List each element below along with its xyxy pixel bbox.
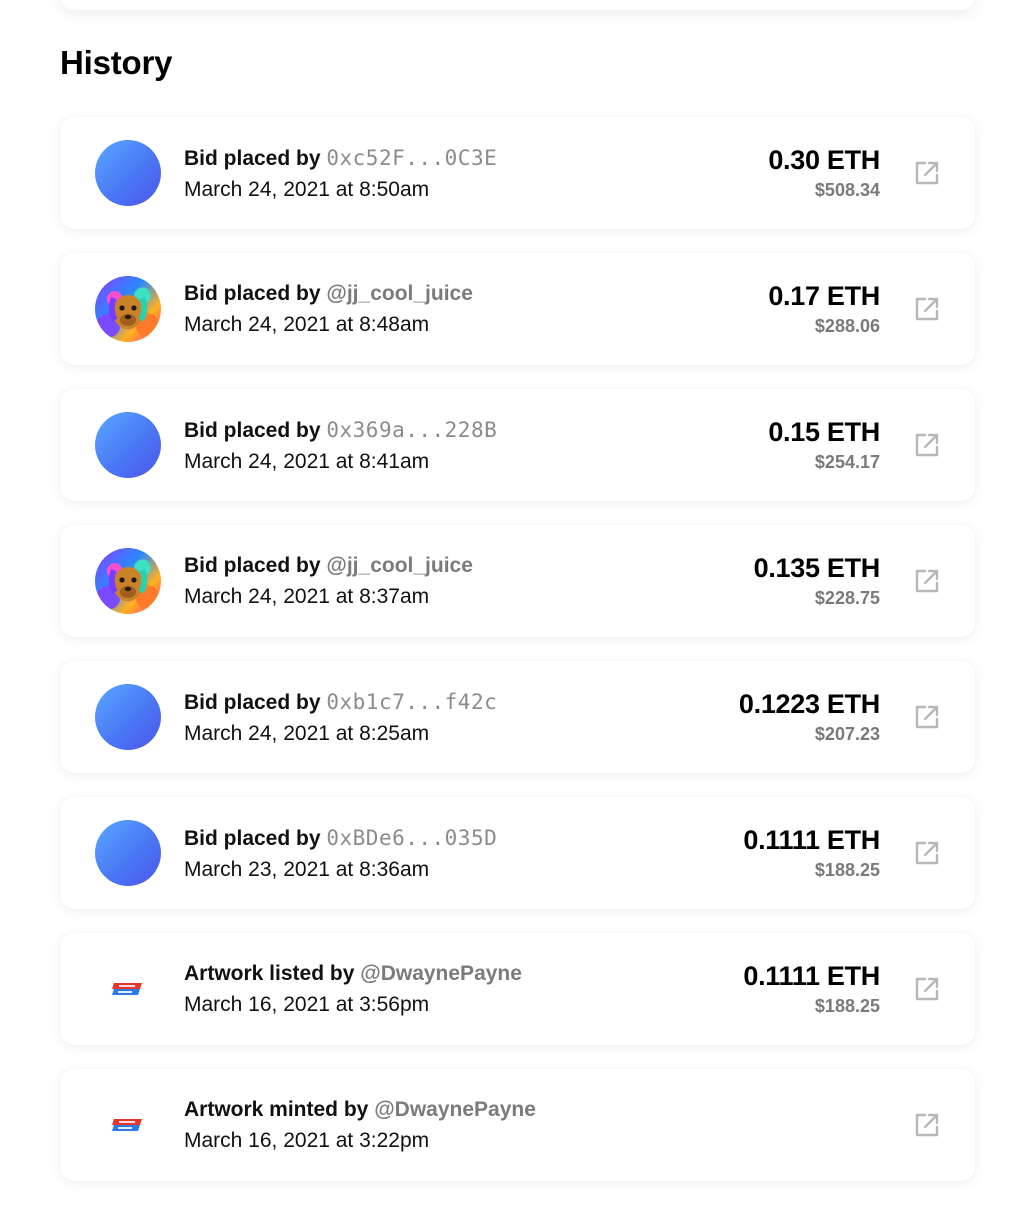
row-action: Bid placed by @jj_cool_juice xyxy=(184,279,473,309)
row-text: Bid placed by 0xBDe6...035D March 23, 20… xyxy=(184,823,497,886)
action-label: Bid placed by xyxy=(184,554,321,577)
external-link-icon[interactable] xyxy=(913,567,941,595)
section-title: History xyxy=(60,44,173,81)
row-amount: 0.135 ETH $228.75 xyxy=(753,551,881,611)
external-link-icon[interactable] xyxy=(913,975,941,1003)
row-amount: 0.17 ETH $288.06 xyxy=(768,279,880,339)
action-label: Bid placed by xyxy=(184,282,321,305)
avatar-gradient[interactable] xyxy=(95,140,161,206)
wallet-address-link[interactable]: 0xc52F...0C3E xyxy=(326,146,497,170)
row-date: March 24, 2021 at 8:25am xyxy=(184,722,430,745)
amount-eth: 0.15 ETH xyxy=(768,417,880,447)
amount-eth: 0.30 ETH xyxy=(768,145,880,175)
action-label: Artwork listed by xyxy=(184,962,355,985)
wallet-address-link[interactable]: 0xb1c7...f42c xyxy=(326,690,497,714)
row-text: Bid placed by @jj_cool_juice March 24, 2… xyxy=(184,279,473,341)
row-amount: 0.1111 ETH $188.25 xyxy=(743,959,880,1019)
history-list: Bid placed by 0xc52F...0C3E March 24, 20… xyxy=(60,117,975,1205)
row-date: March 16, 2021 at 3:56pm xyxy=(184,993,430,1016)
row-amount: 0.1223 ETH $207.23 xyxy=(739,687,880,747)
user-handle-link[interactable]: @DwaynePayne xyxy=(360,962,522,985)
row-date: March 24, 2021 at 8:37am xyxy=(184,585,430,608)
amount-usd: $288.06 xyxy=(814,316,880,336)
row-amount: 0.1111 ETH $188.25 xyxy=(743,823,880,883)
row-action: Artwork minted by @DwaynePayne xyxy=(184,1095,536,1125)
history-row-6: Bid placed by 0xBDe6...035D March 23, 20… xyxy=(60,797,975,909)
user-handle-link[interactable]: @jj_cool_juice xyxy=(326,554,473,577)
amount-usd: $188.25 xyxy=(814,860,880,880)
row-text: Bid placed by 0xc52F...0C3E March 24, 20… xyxy=(184,143,497,206)
row-text: Artwork listed by @DwaynePayne March 16,… xyxy=(184,959,522,1021)
action-label: Bid placed by xyxy=(184,147,321,170)
row-date: March 24, 2021 at 8:41am xyxy=(184,450,430,473)
external-link-icon[interactable] xyxy=(913,839,941,867)
row-text: Bid placed by 0xb1c7...f42c March 24, 20… xyxy=(184,687,497,750)
external-link-icon[interactable] xyxy=(913,159,941,187)
row-text: Artwork minted by @DwaynePayne March 16,… xyxy=(184,1095,536,1157)
row-date: March 16, 2021 at 3:22pm xyxy=(184,1129,430,1152)
row-text: Bid placed by @jj_cool_juice March 24, 2… xyxy=(184,551,473,613)
row-date: March 23, 2021 at 8:36am xyxy=(184,858,430,881)
action-label: Bid placed by xyxy=(184,691,321,714)
action-label: Artwork minted by xyxy=(184,1098,369,1121)
row-action: Artwork listed by @DwaynePayne xyxy=(184,959,522,989)
avatar-gradient[interactable] xyxy=(95,820,161,886)
history-row-2: Bid placed by @jj_cool_juice March 24, 2… xyxy=(60,253,975,365)
history-row-5: Bid placed by 0xb1c7...f42c March 24, 20… xyxy=(60,661,975,773)
amount-eth: 0.1111 ETH xyxy=(743,825,880,855)
history-row-8: Artwork minted by @DwaynePayne March 16,… xyxy=(60,1069,975,1181)
external-link-icon[interactable] xyxy=(913,703,941,731)
dwaynepayne-logo-icon[interactable] xyxy=(110,1117,144,1133)
row-text: Bid placed by 0x369a...228B March 24, 20… xyxy=(184,415,497,478)
amount-usd: $188.25 xyxy=(814,996,880,1016)
avatar-gradient[interactable] xyxy=(95,684,161,750)
amount-usd: $508.34 xyxy=(814,180,880,200)
wallet-address-link[interactable]: 0x369a...228B xyxy=(326,418,497,442)
row-amount: 0.15 ETH $254.17 xyxy=(768,415,880,475)
row-date: March 24, 2021 at 8:48am xyxy=(184,313,430,336)
amount-eth: 0.1223 ETH xyxy=(738,689,880,719)
history-row-3: Bid placed by 0x369a...228B March 24, 20… xyxy=(60,389,975,501)
external-link-icon[interactable] xyxy=(913,431,941,459)
avatar-dog-image[interactable] xyxy=(95,548,161,614)
history-row-7: Artwork listed by @DwaynePayne March 16,… xyxy=(60,933,975,1045)
row-action: Bid placed by 0xc52F...0C3E xyxy=(184,143,497,174)
action-label: Bid placed by xyxy=(184,419,321,442)
action-label: Bid placed by xyxy=(184,827,321,850)
amount-usd: $254.17 xyxy=(814,452,880,472)
amount-usd: $228.75 xyxy=(814,588,880,608)
amount-eth: 0.1111 ETH xyxy=(743,961,880,991)
user-handle-link[interactable]: @jj_cool_juice xyxy=(326,282,473,305)
amount-eth: 0.17 ETH xyxy=(768,281,880,311)
history-row-4: Bid placed by @jj_cool_juice March 24, 2… xyxy=(60,525,975,637)
dwaynepayne-logo-icon[interactable] xyxy=(110,981,144,997)
row-action: Bid placed by 0xBDe6...035D xyxy=(184,823,497,854)
row-action: Bid placed by 0xb1c7...f42c xyxy=(184,687,497,718)
wallet-address-link[interactable]: 0xBDe6...035D xyxy=(326,826,497,850)
amount-eth: 0.135 ETH xyxy=(753,553,881,583)
row-amount: 0.30 ETH $508.34 xyxy=(768,143,880,203)
row-action: Bid placed by @jj_cool_juice xyxy=(184,551,473,581)
previous-card xyxy=(60,0,975,10)
user-handle-link[interactable]: @DwaynePayne xyxy=(374,1098,536,1121)
history-row-1: Bid placed by 0xc52F...0C3E March 24, 20… xyxy=(60,117,975,229)
amount-usd: $207.23 xyxy=(814,724,880,744)
external-link-icon[interactable] xyxy=(913,295,941,323)
avatar-gradient[interactable] xyxy=(95,412,161,478)
external-link-icon[interactable] xyxy=(913,1111,941,1139)
row-action: Bid placed by 0x369a...228B xyxy=(184,415,497,446)
row-date: March 24, 2021 at 8:50am xyxy=(184,178,430,201)
avatar-dog-image[interactable] xyxy=(95,276,161,342)
